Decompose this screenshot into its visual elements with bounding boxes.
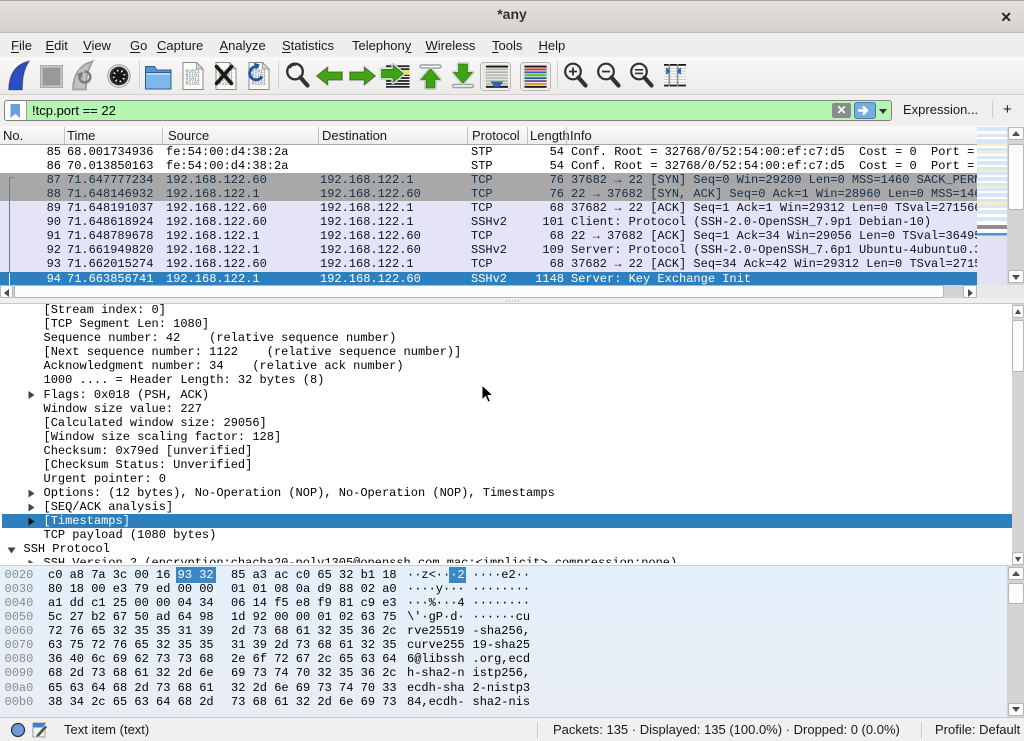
svg-text:01101: 01101 xyxy=(186,81,201,87)
svg-text:01101: 01101 xyxy=(252,81,267,87)
